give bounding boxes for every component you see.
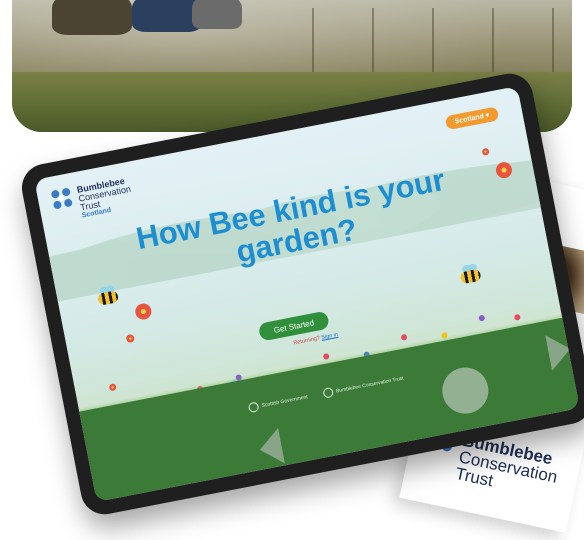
person-figure bbox=[192, 0, 242, 29]
person-figure bbox=[52, 0, 132, 35]
fence-post bbox=[552, 8, 554, 78]
bee-icon bbox=[96, 284, 120, 306]
footer-logo: Bumblebee Conservation Trust bbox=[322, 373, 404, 399]
fence-post bbox=[432, 8, 434, 78]
bee-icon bbox=[459, 263, 482, 285]
flower-icon bbox=[133, 302, 153, 321]
fence-post bbox=[492, 8, 494, 78]
fence-post bbox=[312, 8, 314, 78]
partner-logo: Scottish Government bbox=[248, 392, 308, 414]
flower-icon bbox=[125, 333, 135, 344]
fence-post bbox=[372, 8, 374, 78]
bumblebee-flower-icon bbox=[50, 187, 77, 213]
